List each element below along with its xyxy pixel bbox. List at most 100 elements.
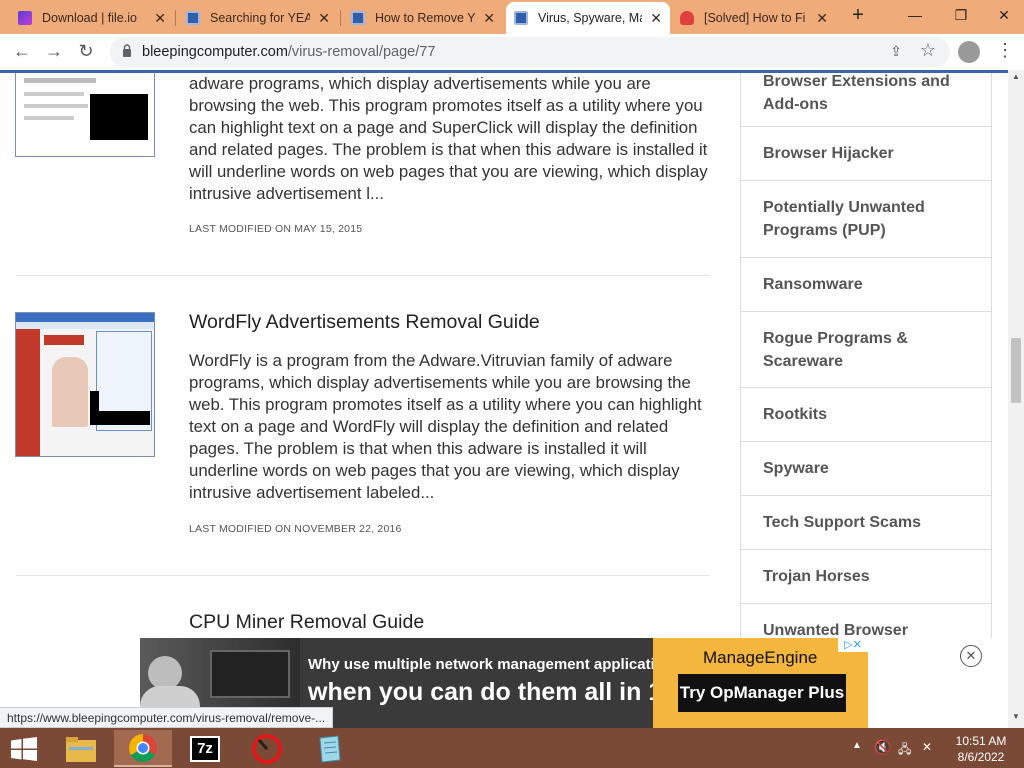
tray-overflow-icon[interactable]: ▲	[852, 740, 862, 751]
tab-how-to-remove[interactable]: How to Remove Ye ✕	[343, 2, 503, 34]
ad-brand-logo: ManageEngine	[703, 648, 818, 667]
sidebar-item-ransomware[interactable]: Ransomware	[741, 258, 991, 312]
tab-separator	[340, 10, 341, 26]
windows-logo-icon	[11, 736, 37, 761]
scrollbar-thumb[interactable]	[1011, 338, 1021, 403]
clock-date: 8/6/2022	[957, 750, 1005, 764]
ad-headline-1: Why use multiple network management appl…	[308, 656, 682, 673]
article-divider	[16, 575, 710, 576]
page-content: adware programs, which display advertise…	[0, 73, 1008, 638]
7zip-taskbar-button[interactable]: 7z	[176, 730, 234, 767]
tab-title: Virus, Spyware, Ma	[538, 11, 643, 25]
chrome-taskbar-button[interactable]	[114, 730, 172, 767]
notepad-icon	[319, 734, 341, 763]
restore-icon: ❐	[954, 6, 968, 23]
tab-close-icon[interactable]: ✕	[154, 10, 166, 27]
tab-title: How to Remove Ye	[375, 11, 476, 25]
tab-searching[interactable]: Searching for YEAD ✕	[178, 2, 338, 34]
sidebar-item-rogue-programs[interactable]: Rogue Programs & Scareware	[741, 312, 991, 388]
app-taskbar-button[interactable]	[238, 730, 296, 767]
windows-taskbar: 7z ▲ 🔇 🖧 ✕ 10:51 AM 8/6/2022	[0, 728, 1024, 768]
back-button[interactable]: ←	[10, 41, 34, 62]
sidebar-item-spyware[interactable]: Spyware	[741, 442, 991, 496]
article-title-link[interactable]: CPU Miner Removal Guide	[189, 611, 424, 634]
tab-close-icon[interactable]: ✕	[318, 10, 330, 27]
close-window-button[interactable]: ✕	[984, 0, 1024, 30]
network-icon[interactable]: 🖧	[898, 740, 911, 761]
ad-close-button[interactable]: ✕	[960, 645, 982, 667]
tab-close-icon[interactable]: ✕	[483, 10, 495, 27]
url-path: /virus-removal/page/77	[287, 44, 436, 60]
tab-close-icon[interactable]: ✕	[816, 10, 828, 27]
bookmark-star-icon[interactable]: ☆	[920, 40, 936, 61]
tab-title: Download | file.io	[42, 11, 137, 25]
page-favicon-icon	[186, 11, 200, 25]
sidebar-item-trojan-horses[interactable]: Trojan Horses	[741, 550, 991, 604]
file-io-favicon-icon	[18, 11, 32, 25]
browser-menu-icon[interactable]: ⋮	[996, 40, 1014, 61]
article-divider	[16, 275, 710, 276]
tab-close-icon[interactable]: ✕	[650, 10, 662, 27]
sidebar-item-tech-support-scams[interactable]: Tech Support Scams	[741, 496, 991, 550]
tab-separator	[175, 10, 176, 26]
minimize-button[interactable]: —	[892, 0, 938, 30]
forward-button[interactable]: →	[42, 41, 66, 62]
tab-title: [Solved] How to Fi	[704, 11, 806, 25]
reload-icon: ↻	[78, 41, 94, 61]
notepad-taskbar-button[interactable]	[300, 730, 358, 767]
ad-headline-2: when you can do them all in 1 ?	[308, 678, 685, 706]
heart-favicon-icon	[680, 11, 694, 25]
scroll-up-icon[interactable]: ▲	[1012, 72, 1020, 81]
folder-icon	[66, 736, 96, 762]
page-favicon-icon	[514, 11, 528, 25]
network-x-icon[interactable]: ✕	[922, 740, 932, 754]
browser-toolbar: ← → ↻ bleepingcomputer.com/virus-removal…	[0, 34, 1024, 70]
ad-cta-button[interactable]: Try OpManager Plus	[678, 674, 846, 712]
clock-time: 10:51 AM	[955, 734, 1007, 748]
ad-cta-panel: ManageEngine Try OpManager Plus ▷✕	[653, 638, 868, 728]
taskbar-clock[interactable]: 10:51 AM 8/6/2022	[947, 733, 1015, 765]
share-icon[interactable]: ⇪	[890, 43, 902, 60]
start-button[interactable]	[0, 730, 48, 767]
7zip-label: 7z	[197, 740, 213, 757]
article-title-link[interactable]: WordFly Advertisements Removal Guide	[189, 311, 540, 334]
page-scrollbar[interactable]: ▲ ▼	[1008, 70, 1024, 728]
page-favicon-icon	[351, 11, 365, 25]
url-domain: bleepingcomputer.com	[142, 44, 288, 60]
red-dial-icon	[252, 733, 282, 764]
article-thumbnail[interactable]	[15, 73, 155, 157]
profile-avatar-icon[interactable]	[958, 41, 980, 63]
reload-button[interactable]: ↻	[74, 41, 98, 62]
sidebar-item-pup[interactable]: Potentially Unwanted Programs (PUP)	[741, 181, 991, 258]
sidebar-item-rootkits[interactable]: Rootkits	[741, 388, 991, 442]
restore-button[interactable]: ❐	[938, 0, 984, 30]
article-modified-date: LAST MODIFIED ON MAY 15, 2015	[189, 223, 363, 235]
sidebar-item-unwanted-browser[interactable]: Unwanted Browser	[741, 604, 991, 638]
sidebar-item-browser-hijacker[interactable]: Browser Hijacker	[741, 127, 991, 181]
link-status-bar: https://www.bleepingcomputer.com/virus-r…	[0, 707, 334, 728]
chrome-icon	[129, 733, 157, 762]
article-thumbnail[interactable]	[15, 312, 155, 457]
new-tab-button[interactable]: +	[847, 4, 869, 27]
tab-virus-spyware[interactable]: Virus, Spyware, Ma ✕	[506, 2, 670, 34]
scroll-down-icon[interactable]: ▼	[1012, 712, 1020, 721]
article-modified-date: LAST MODIFIED ON NOVEMBER 22, 2016	[189, 523, 402, 535]
7zip-icon: 7z	[190, 735, 220, 762]
back-arrow-icon: ←	[13, 41, 31, 61]
category-sidebar: Browser Extensions and Add-ons Browser H…	[740, 73, 992, 638]
volume-muted-icon[interactable]: 🔇	[874, 739, 891, 756]
tab-title: Searching for YEAD	[210, 11, 311, 25]
lock-icon	[123, 44, 131, 57]
article-excerpt: adware programs, which display advertise…	[189, 74, 708, 203]
tab-solved-how-to[interactable]: [Solved] How to Fi ✕	[672, 2, 836, 34]
forward-arrow-icon: →	[45, 41, 63, 61]
url-text[interactable]: bleepingcomputer.com/virus-removal/page/…	[142, 44, 435, 60]
tab-download-file-io[interactable]: Download | file.io ✕	[10, 2, 174, 34]
sidebar-item-browser-extensions[interactable]: Browser Extensions and Add-ons	[741, 73, 991, 127]
tab-strip: Download | file.io ✕ Searching for YEAD …	[0, 0, 1024, 34]
file-explorer-taskbar-button[interactable]	[52, 730, 110, 767]
address-bar[interactable]: bleepingcomputer.com/virus-removal/page/…	[110, 37, 950, 67]
adchoices-icon[interactable]: ▷✕	[838, 638, 868, 652]
close-icon: ✕	[998, 6, 1010, 23]
article-excerpt: WordFly is a program from the Adware.Vit…	[189, 351, 702, 502]
